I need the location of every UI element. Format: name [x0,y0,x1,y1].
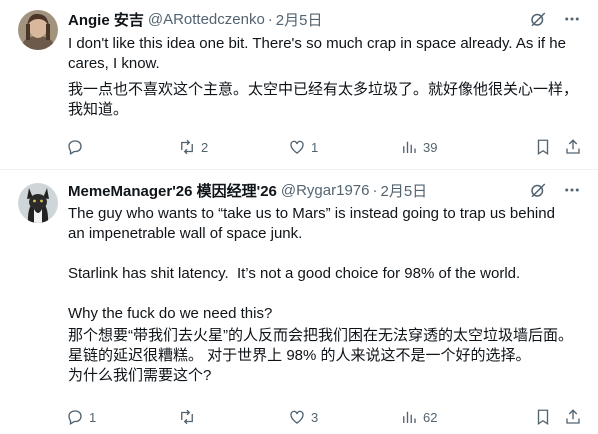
retweet-icon [181,409,193,425]
share-button[interactable] [564,408,582,426]
share-icon [566,139,580,154]
retweet-icon [181,139,193,155]
text-line: 为什么我们需要这个? [68,367,212,384]
text-line: 那个想要“带我们去火星”的人反而会把我们困在无法穿透的太空垃圾墙后面。 [68,327,573,344]
avatar[interactable] [18,10,58,50]
text-line [68,244,586,264]
tweet-header: Angie 安吉 @ARottedczenko · 2月5日 [68,9,588,29]
text-line: 星链的延迟很糟糕。 对于世界上 98% 的人来说这不是一个好的选择。 [68,347,531,364]
more-icon[interactable] [562,9,582,29]
author-handle[interactable]: @Rygar1976 [281,182,370,199]
share-button[interactable] [564,138,582,156]
tweet-date[interactable]: 2月5日 [380,180,427,201]
bookmark-icon [537,409,549,426]
like-button[interactable]: 1 [288,138,318,156]
text-line: an impenetrable wall of space junk. [68,225,303,242]
grok-icon[interactable] [528,9,548,29]
text-line: The guy who wants to “take us to Mars” i… [68,205,555,222]
avatar[interactable] [18,183,58,223]
tweet[interactable]: MemeManager'26 模因经理'26 @Rygar1976 · 2月5日… [0,170,598,434]
author-handle[interactable]: @ARottedczenko [148,11,265,28]
action-bar: 1 3 62 [60,406,580,428]
reply-count: 1 [89,409,97,425]
reply-icon [68,140,82,155]
action-bar: 2 1 39 [60,136,580,158]
separator: · [267,10,273,28]
more-icon[interactable] [562,180,582,200]
like-button[interactable]: 3 [288,408,318,426]
retweet-count: 2 [201,139,209,155]
tweet-header: MemeManager'26 模因经理'26 @Rygar1976 · 2月5日 [68,180,588,200]
tweet[interactable]: Angie 安吉 @ARottedczenko · 2月5日 I don't l… [0,0,598,170]
like-icon [290,140,304,154]
reply-button[interactable]: 1 [66,408,96,426]
separator: · [372,181,378,199]
bookmark-icon [537,139,549,156]
views-count: 62 [423,409,438,425]
views-icon [403,141,416,153]
tweet-text: I don't like this idea one bit. There's … [68,34,586,120]
reply-icon [68,410,82,425]
like-count: 1 [311,139,319,155]
reply-button[interactable] [66,138,89,156]
views-icon [403,411,416,423]
like-icon [290,410,304,424]
views-button[interactable]: 39 [400,138,437,156]
author-name[interactable]: MemeManager'26 模因经理'26 [68,180,277,201]
text-line: I don't like this idea one bit. There's … [68,35,566,52]
text-line: Why the fuck do we need this? [68,305,273,322]
bookmark-button[interactable] [534,138,552,156]
views-button[interactable]: 62 [400,408,437,426]
text-line: cares, I know. [68,55,160,72]
tweet-text: The guy who wants to “take us to Mars” i… [68,204,586,386]
like-count: 3 [311,409,319,425]
text-line: Starlink has shit latency. It’s not a go… [68,265,521,282]
text-line [68,284,586,304]
text-line: 我知道。 [68,101,129,118]
retweet-button[interactable] [178,408,201,426]
text-line: 我一点也不喜欢这个主意。太空中已经有太多垃圾了。就好像他很关心一样， [68,81,579,98]
retweet-button[interactable]: 2 [178,138,208,156]
tweet-date[interactable]: 2月5日 [276,9,323,30]
bookmark-button[interactable] [534,408,552,426]
grok-icon[interactable] [528,180,548,200]
views-count: 39 [423,139,438,155]
author-name[interactable]: Angie 安吉 [68,9,144,30]
share-icon [566,409,580,424]
